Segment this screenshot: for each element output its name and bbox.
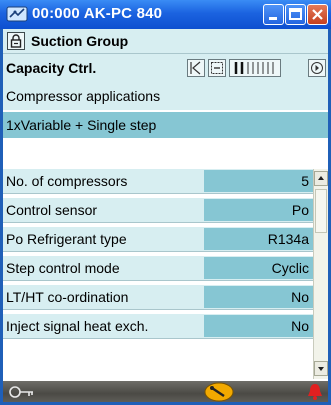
title-bar[interactable]: 00:000 AK-PC 840: [0, 0, 331, 29]
scroll-thumb[interactable]: [315, 189, 327, 233]
minimize-icon: [269, 17, 277, 20]
client-area: Suction Group Capacity Ctrl. Compressor …: [3, 29, 328, 402]
arrow-up-icon: [318, 176, 324, 180]
next-icon: [311, 62, 323, 74]
status-bar: [3, 381, 328, 402]
app-window: 00:000 AK-PC 840 Suction Group Capacity …: [0, 0, 331, 405]
minimize-button[interactable]: [263, 4, 284, 25]
first-page-icon: [190, 61, 201, 75]
network-icon: [6, 6, 28, 22]
setting-value[interactable]: No: [204, 315, 313, 337]
setting-value[interactable]: Po: [204, 199, 313, 221]
setting-label: Control sensor: [6, 202, 98, 218]
wrench-icon[interactable]: [204, 381, 234, 402]
setting-row-lt-ht[interactable]: LT/HT co-ordination No: [3, 285, 313, 310]
setting-label: No. of compressors: [6, 173, 128, 189]
scroll-down-button[interactable]: [314, 361, 328, 376]
setting-label: Po Refrigerant type: [6, 231, 127, 247]
setting-row-step-mode[interactable]: Step control mode Cyclic: [3, 256, 313, 281]
setting-label: Inject signal heat exch.: [6, 318, 149, 334]
lock-icon[interactable]: [7, 32, 25, 50]
setting-label: LT/HT co-ordination: [6, 289, 129, 305]
close-icon: [312, 9, 323, 20]
first-page-button[interactable]: [187, 59, 205, 77]
zoom-out-icon: [211, 62, 223, 74]
close-button[interactable]: [307, 4, 328, 25]
capacity-row: Capacity Ctrl.: [3, 54, 328, 82]
setting-value[interactable]: R134a: [204, 228, 313, 250]
zoom-out-button[interactable]: [208, 59, 226, 77]
applications-title: Compressor applications: [3, 82, 328, 110]
maximize-icon: [289, 8, 302, 20]
next-button[interactable]: [308, 59, 326, 77]
scroll-up-button[interactable]: [314, 171, 328, 186]
setting-row-refrigerant[interactable]: Po Refrigerant type R134a: [3, 227, 313, 252]
key-icon[interactable]: [7, 382, 37, 401]
group-title: Suction Group: [31, 33, 129, 49]
alarm-bell-icon[interactable]: [305, 381, 325, 402]
level-bars-icon: [234, 62, 274, 74]
window-title: 00:000 AK-PC 840: [32, 5, 163, 22]
setting-label: Step control mode: [6, 260, 120, 276]
setting-row-compressors[interactable]: No. of compressors 5: [3, 169, 313, 194]
capacity-level-bar[interactable]: [229, 59, 281, 77]
capacity-label: Capacity Ctrl.: [6, 60, 97, 76]
setting-value[interactable]: 5: [204, 170, 313, 192]
vertical-scrollbar[interactable]: [313, 169, 328, 379]
setting-row-inject-signal[interactable]: Inject signal heat exch. No: [3, 314, 313, 339]
setting-value[interactable]: No: [204, 286, 313, 308]
setting-row-control-sensor[interactable]: Control sensor Po: [3, 198, 313, 223]
setting-value[interactable]: Cyclic: [204, 257, 313, 279]
applications-value[interactable]: 1xVariable + Single step: [3, 112, 328, 138]
arrow-down-icon: [318, 367, 324, 371]
maximize-button[interactable]: [285, 4, 306, 25]
settings-list: No. of compressors 5 Control sensor Po P…: [3, 169, 313, 379]
group-header: Suction Group: [3, 29, 328, 54]
